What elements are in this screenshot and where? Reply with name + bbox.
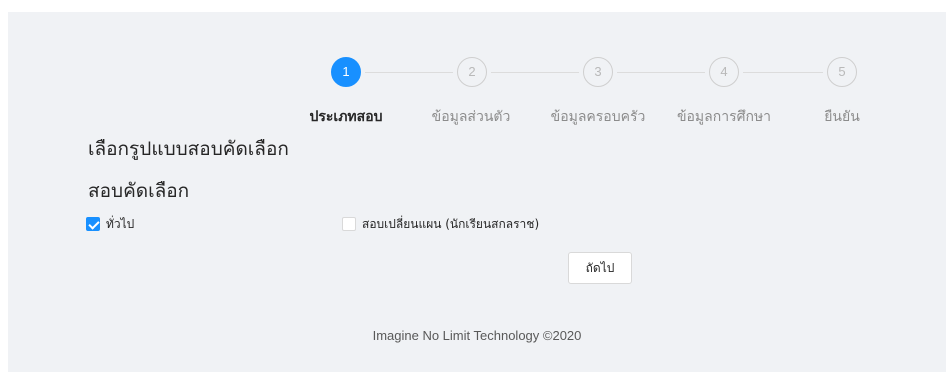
step-connector xyxy=(365,72,453,73)
step-2-icon[interactable]: 2 xyxy=(457,57,487,87)
checkbox-general[interactable] xyxy=(86,217,100,231)
form-subheading: สอบคัดเลือก xyxy=(88,180,190,202)
content-panel: 1 2 3 4 5 ประเภทสอบ ข้อมูลส่วนตัว ข้อมูล… xyxy=(8,12,946,372)
step-4-icon[interactable]: 4 xyxy=(709,57,739,87)
step-connector xyxy=(617,72,705,73)
step-1-icon[interactable]: 1 xyxy=(331,57,361,87)
step-4-title: ข้อมูลการศึกษา xyxy=(676,109,772,125)
steps-bar: 1 2 3 4 5 ประเภทสอบ ข้อมูลส่วนตัว ข้อมูล… xyxy=(8,12,946,142)
checkbox-change-program-label[interactable]: สอบเปลี่ยนแผน (นักเรียนสกลราช) xyxy=(362,215,539,234)
next-button[interactable]: ถัดไป xyxy=(568,252,632,284)
checkbox-general-label[interactable]: ทั่วไป xyxy=(106,215,134,234)
step-1-title: ประเภทสอบ xyxy=(309,109,383,125)
step-3-title: ข้อมูลครอบครัว xyxy=(550,109,646,125)
footer-text: Imagine No Limit Technology ©2020 xyxy=(372,328,582,343)
step-5-icon[interactable]: 5 xyxy=(827,57,857,87)
step-connector xyxy=(743,72,823,73)
form-heading: เลือกรูปแบบสอบคัดเลือก xyxy=(88,138,289,160)
step-connector xyxy=(491,72,579,73)
checkbox-change-program[interactable] xyxy=(342,217,356,231)
step-5-title: ยืนยัน xyxy=(824,109,860,125)
step-3-icon[interactable]: 3 xyxy=(583,57,613,87)
step-2-title: ข้อมูลส่วนตัว xyxy=(431,109,511,125)
